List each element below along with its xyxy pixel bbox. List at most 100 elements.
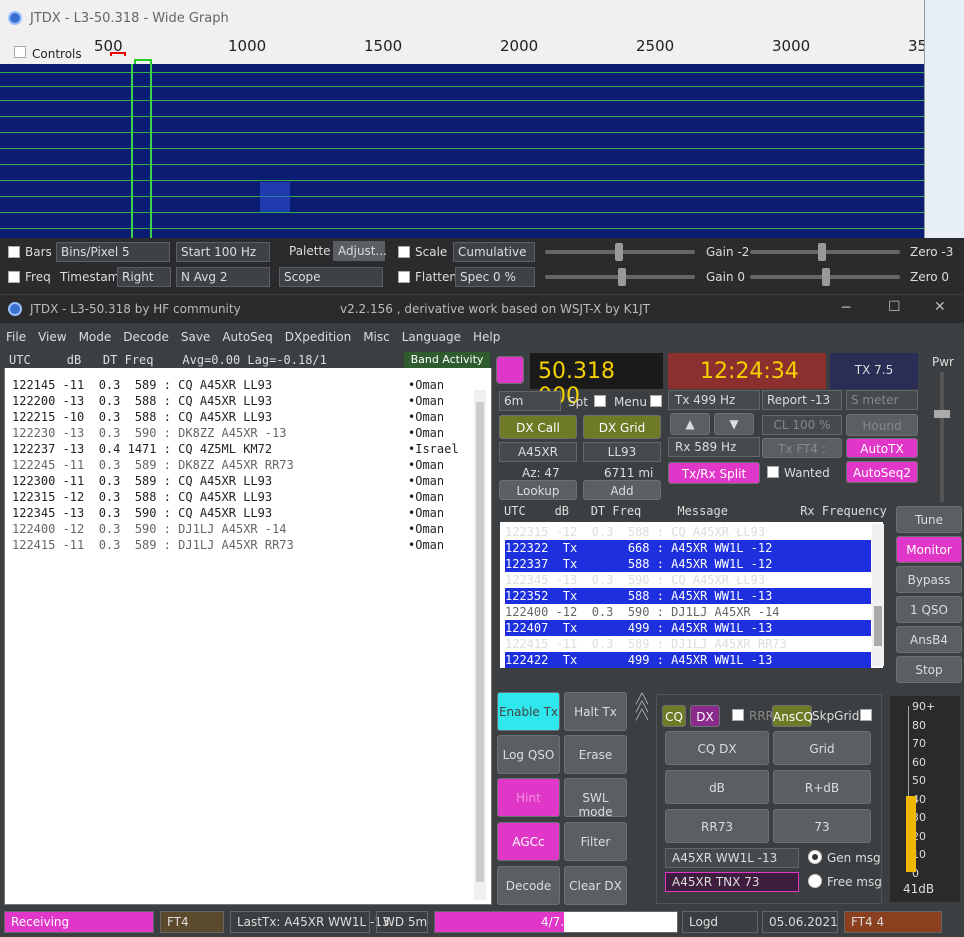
rx-list-tx-row[interactable]: 122337 Tx 588 : A45XR WW1L -12 xyxy=(505,556,871,572)
dx-grid-field[interactable]: LL93 xyxy=(583,442,661,462)
tx-frequency[interactable]: Tx 499 Hz xyxy=(668,390,760,410)
menu-language[interactable]: Language xyxy=(396,326,467,344)
rx-list-tx-row[interactable]: 122322 Tx 668 : A45XR WW1L -12 xyxy=(505,540,871,556)
ansb4-button[interactable]: AnsB4 xyxy=(896,626,962,653)
scale-checkbox[interactable] xyxy=(398,246,410,258)
add-button[interactable]: Add xyxy=(583,480,661,500)
scale-mode-select[interactable]: Cumulative xyxy=(453,242,535,262)
menu-view[interactable]: View xyxy=(32,326,72,344)
band-activity-row[interactable]: 122145 -11 0.3 589 : CQ A45XR LL93 xyxy=(12,378,272,392)
band-activity-row[interactable]: 122300 -11 0.3 589 : CQ A45XR LL93 xyxy=(12,474,272,488)
menu-decode[interactable]: Decode xyxy=(117,326,175,344)
spec-spinbox[interactable]: Spec 0 % xyxy=(455,267,535,287)
menu-mode[interactable]: Mode xyxy=(73,326,118,344)
gain1-slider-handle[interactable] xyxy=(615,243,623,261)
tab-indicator-icon[interactable]: ╱╲ ╱╲ ╱╲ xyxy=(636,695,658,726)
maximize-icon[interactable]: ☐ xyxy=(888,299,901,315)
decode-button[interactable]: Decode xyxy=(497,866,560,905)
hint-button[interactable]: Hint xyxy=(497,778,560,817)
rx-list-tx-row[interactable]: 122422 Tx 499 : A45XR WW1L -13 xyxy=(505,652,871,668)
enable-tx-button[interactable]: Enable Tx xyxy=(497,692,560,731)
rx-frequency[interactable]: Rx 589 Hz xyxy=(668,437,760,457)
bars-checkbox[interactable] xyxy=(8,246,20,258)
dial-frequency[interactable]: 50.318 000 xyxy=(530,353,663,409)
tx-ft4-button[interactable]: Tx FT4 : xyxy=(762,438,842,458)
spt-checkbox[interactable] xyxy=(594,395,606,407)
free-msg-radio[interactable] xyxy=(808,874,822,888)
scrollbar-thumb[interactable] xyxy=(874,606,882,646)
generated-message-field[interactable]: A45XR WW1L -13 xyxy=(665,848,799,868)
tune-button[interactable]: Tune xyxy=(896,506,962,533)
adjust-button[interactable]: Adjust... xyxy=(333,241,387,261)
autoseq2-button[interactable]: AutoSeq2 xyxy=(846,461,918,483)
hound-button[interactable]: Hound xyxy=(846,414,918,436)
scrollbar-thumb[interactable] xyxy=(476,402,484,882)
menu-checkbox[interactable] xyxy=(650,395,662,407)
dx-call-field[interactable]: A45XR xyxy=(499,442,577,462)
menu-dxpedition[interactable]: DXpedition xyxy=(279,326,357,344)
db-button[interactable]: dB xyxy=(665,770,769,804)
filter-button[interactable]: Filter xyxy=(564,822,627,861)
rx-list-tx-row[interactable]: 122407 Tx 499 : A45XR WW1L -13 xyxy=(505,620,871,636)
rx-list-row[interactable]: 122415 -11 0.3 589 : DJ1LJ A45XR RR73 xyxy=(505,636,871,652)
rx-list-scrollbar[interactable] xyxy=(872,524,884,666)
pwr-slider[interactable] xyxy=(934,372,950,502)
close-icon[interactable]: ✕ xyxy=(934,299,946,315)
menu-help[interactable]: Help xyxy=(467,326,506,344)
monitor-button[interactable]: Monitor xyxy=(896,536,962,563)
swl-mode-button[interactable]: SWL mode xyxy=(564,778,627,819)
clear-dx-button[interactable]: Clear DX xyxy=(564,866,627,905)
gen-msg-radio[interactable] xyxy=(808,850,822,864)
rrr-checkbox[interactable] xyxy=(732,709,744,721)
anscq-button[interactable]: AnsCQ xyxy=(772,705,813,727)
band-select[interactable]: 6m xyxy=(499,391,561,411)
halt-tx-button[interactable]: Halt Tx xyxy=(564,692,627,731)
rx-list-row[interactable]: 122315 -12 0.3 588 : CQ A45XR LL93 xyxy=(505,524,871,540)
rx-list-row[interactable]: 122345 -13 0.3 590 : CQ A45XR LL93 xyxy=(505,572,871,588)
cq-button[interactable]: CQ xyxy=(662,705,686,727)
band-activity-row[interactable]: 122400 -12 0.3 590 : DJ1LJ A45XR -14 xyxy=(12,522,287,536)
menu-misc[interactable]: Misc xyxy=(357,326,396,344)
zero2-slider-handle[interactable] xyxy=(822,268,830,286)
band-activity-row[interactable]: 122230 -13 0.3 590 : DK8ZZ A45XR -13 xyxy=(12,426,287,440)
gain2-slider-handle[interactable] xyxy=(618,268,626,286)
stop-button[interactable]: Stop xyxy=(896,656,962,683)
menu-file[interactable]: File xyxy=(0,326,32,344)
txrx-split-button[interactable]: Tx/Rx Split xyxy=(668,462,760,484)
r-db-button[interactable]: R+dB xyxy=(773,770,871,804)
skpgrid-checkbox[interactable] xyxy=(860,709,872,721)
cq-dx-button[interactable]: CQ DX xyxy=(665,731,769,765)
1-qso-button[interactable]: 1 QSO xyxy=(896,596,962,623)
band-activity-row[interactable]: 122415 -11 0.3 589 : DJ1LJ A45XR RR73 xyxy=(12,538,294,552)
waterfall[interactable] xyxy=(0,64,952,238)
scope-select[interactable]: Scope xyxy=(279,267,383,287)
pwr-slider-handle[interactable] xyxy=(934,410,950,418)
dx-call-button[interactable]: DX Call xyxy=(499,415,577,439)
wanted-checkbox[interactable] xyxy=(767,466,779,478)
menu-save[interactable]: Save xyxy=(175,326,216,344)
erase-button[interactable]: Erase xyxy=(564,735,627,774)
zero1-slider-handle[interactable] xyxy=(818,243,826,261)
grid-button[interactable]: Grid xyxy=(773,731,871,765)
arrow-down-icon[interactable]: ▼ xyxy=(714,413,754,435)
start-spinbox[interactable]: Start 100 Hz xyxy=(176,242,270,262)
arrow-up-icon[interactable]: ▲ xyxy=(670,413,710,435)
log-qso-button[interactable]: Log QSO xyxy=(497,735,560,774)
bypass-button[interactable]: Bypass xyxy=(896,566,962,593)
navg-spinbox[interactable]: N Avg 2 xyxy=(176,267,270,287)
freq-checkbox[interactable] xyxy=(8,271,20,283)
controls-checkbox[interactable] xyxy=(14,46,26,58)
report-spinbox[interactable]: Report -13 xyxy=(762,390,842,410)
73-button[interactable]: 73 xyxy=(773,809,871,843)
lookup-button[interactable]: Lookup xyxy=(499,480,577,500)
band-activity-row[interactable]: 122237 -13 0.4 1471 : CQ 4Z5ML KM72 xyxy=(12,442,272,456)
agcc-button[interactable]: AGCc xyxy=(497,822,560,861)
rx-list-tx-row[interactable]: 122352 Tx 588 : A45XR WW1L -13 xyxy=(505,588,871,604)
band-activity-row[interactable]: 122245 -11 0.3 589 : DK8ZZ A45XR RR73 xyxy=(12,458,294,472)
band-activity-row[interactable]: 122345 -13 0.3 590 : CQ A45XR LL93 xyxy=(12,506,272,520)
rx-list-row[interactable]: 122400 -12 0.3 590 : DJ1LJ A45XR -14 xyxy=(505,604,871,620)
timestamp-position-select[interactable]: Right xyxy=(117,267,171,287)
menu-autoseq[interactable]: AutoSeq xyxy=(216,326,278,344)
band-activity-row[interactable]: 122315 -12 0.3 588 : CQ A45XR LL93 xyxy=(12,490,272,504)
dx-grid-button[interactable]: DX Grid xyxy=(583,415,661,439)
